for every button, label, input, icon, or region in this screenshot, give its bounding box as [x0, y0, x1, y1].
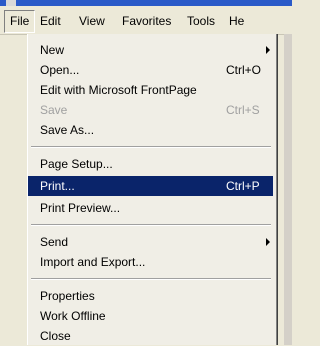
shortcut-label: Ctrl+O — [226, 63, 262, 77]
file-menu-dropdown: New Open... Ctrl+O Edit with Microsoft F… — [27, 34, 277, 345]
menu-item-properties[interactable]: Properties — [28, 286, 276, 306]
menu-item-label: Save — [40, 103, 68, 117]
menu-item-print-preview[interactable]: Print Preview... — [28, 198, 276, 218]
menu-item-send[interactable]: Send — [28, 232, 276, 252]
menu-item-label: Print... — [40, 179, 75, 193]
menu-item-label: Save As... — [40, 123, 95, 137]
menu-edit[interactable]: Edit — [35, 11, 66, 31]
menu-item-label: Import and Export... — [40, 255, 146, 269]
menu-item-page-setup[interactable]: Page Setup... — [28, 154, 276, 174]
menu-item-label: Work Offline — [40, 309, 106, 323]
menu-item-open[interactable]: Open... Ctrl+O — [28, 60, 276, 80]
window-edge — [284, 34, 292, 345]
menu-view[interactable]: View — [74, 11, 110, 31]
submenu-arrow-icon — [266, 46, 270, 54]
menu-item-save-as[interactable]: Save As... — [28, 120, 276, 140]
menu-help[interactable]: He — [224, 11, 249, 31]
menu-item-label: Edit with Microsoft FrontPage — [40, 83, 197, 97]
menu-item-close[interactable]: Close — [28, 326, 276, 346]
menu-item-label: Open... — [40, 63, 80, 77]
menu-item-label: Send — [40, 235, 69, 249]
menu-item-print[interactable]: Print... Ctrl+P — [28, 176, 273, 196]
menu-item-save: Save Ctrl+S — [28, 100, 276, 120]
menu-item-label: New — [40, 43, 65, 57]
menu-separator — [31, 146, 271, 148]
shortcut-label: Ctrl+S — [226, 103, 260, 117]
menu-favorites[interactable]: Favorites — [117, 11, 176, 31]
menu-item-import-export[interactable]: Import and Export... — [28, 252, 276, 272]
menu-bar: File Edit View Favorites Tools He — [0, 6, 292, 35]
menu-item-label: Close — [40, 329, 71, 343]
menu-item-label: Properties — [40, 289, 95, 303]
shortcut-label: Ctrl+P — [226, 179, 260, 193]
menu-item-label: Page Setup... — [40, 157, 113, 171]
menu-item-new[interactable]: New — [28, 40, 276, 60]
menu-separator — [31, 224, 271, 226]
menu-item-work-offline[interactable]: Work Offline — [28, 306, 276, 326]
menu-file[interactable]: File — [4, 10, 36, 33]
menu-separator — [31, 278, 271, 280]
menu-item-label: Print Preview... — [40, 201, 121, 215]
menu-item-edit-frontpage[interactable]: Edit with Microsoft FrontPage — [28, 80, 276, 100]
submenu-arrow-icon — [266, 238, 270, 246]
menu-tools[interactable]: Tools — [182, 11, 220, 31]
